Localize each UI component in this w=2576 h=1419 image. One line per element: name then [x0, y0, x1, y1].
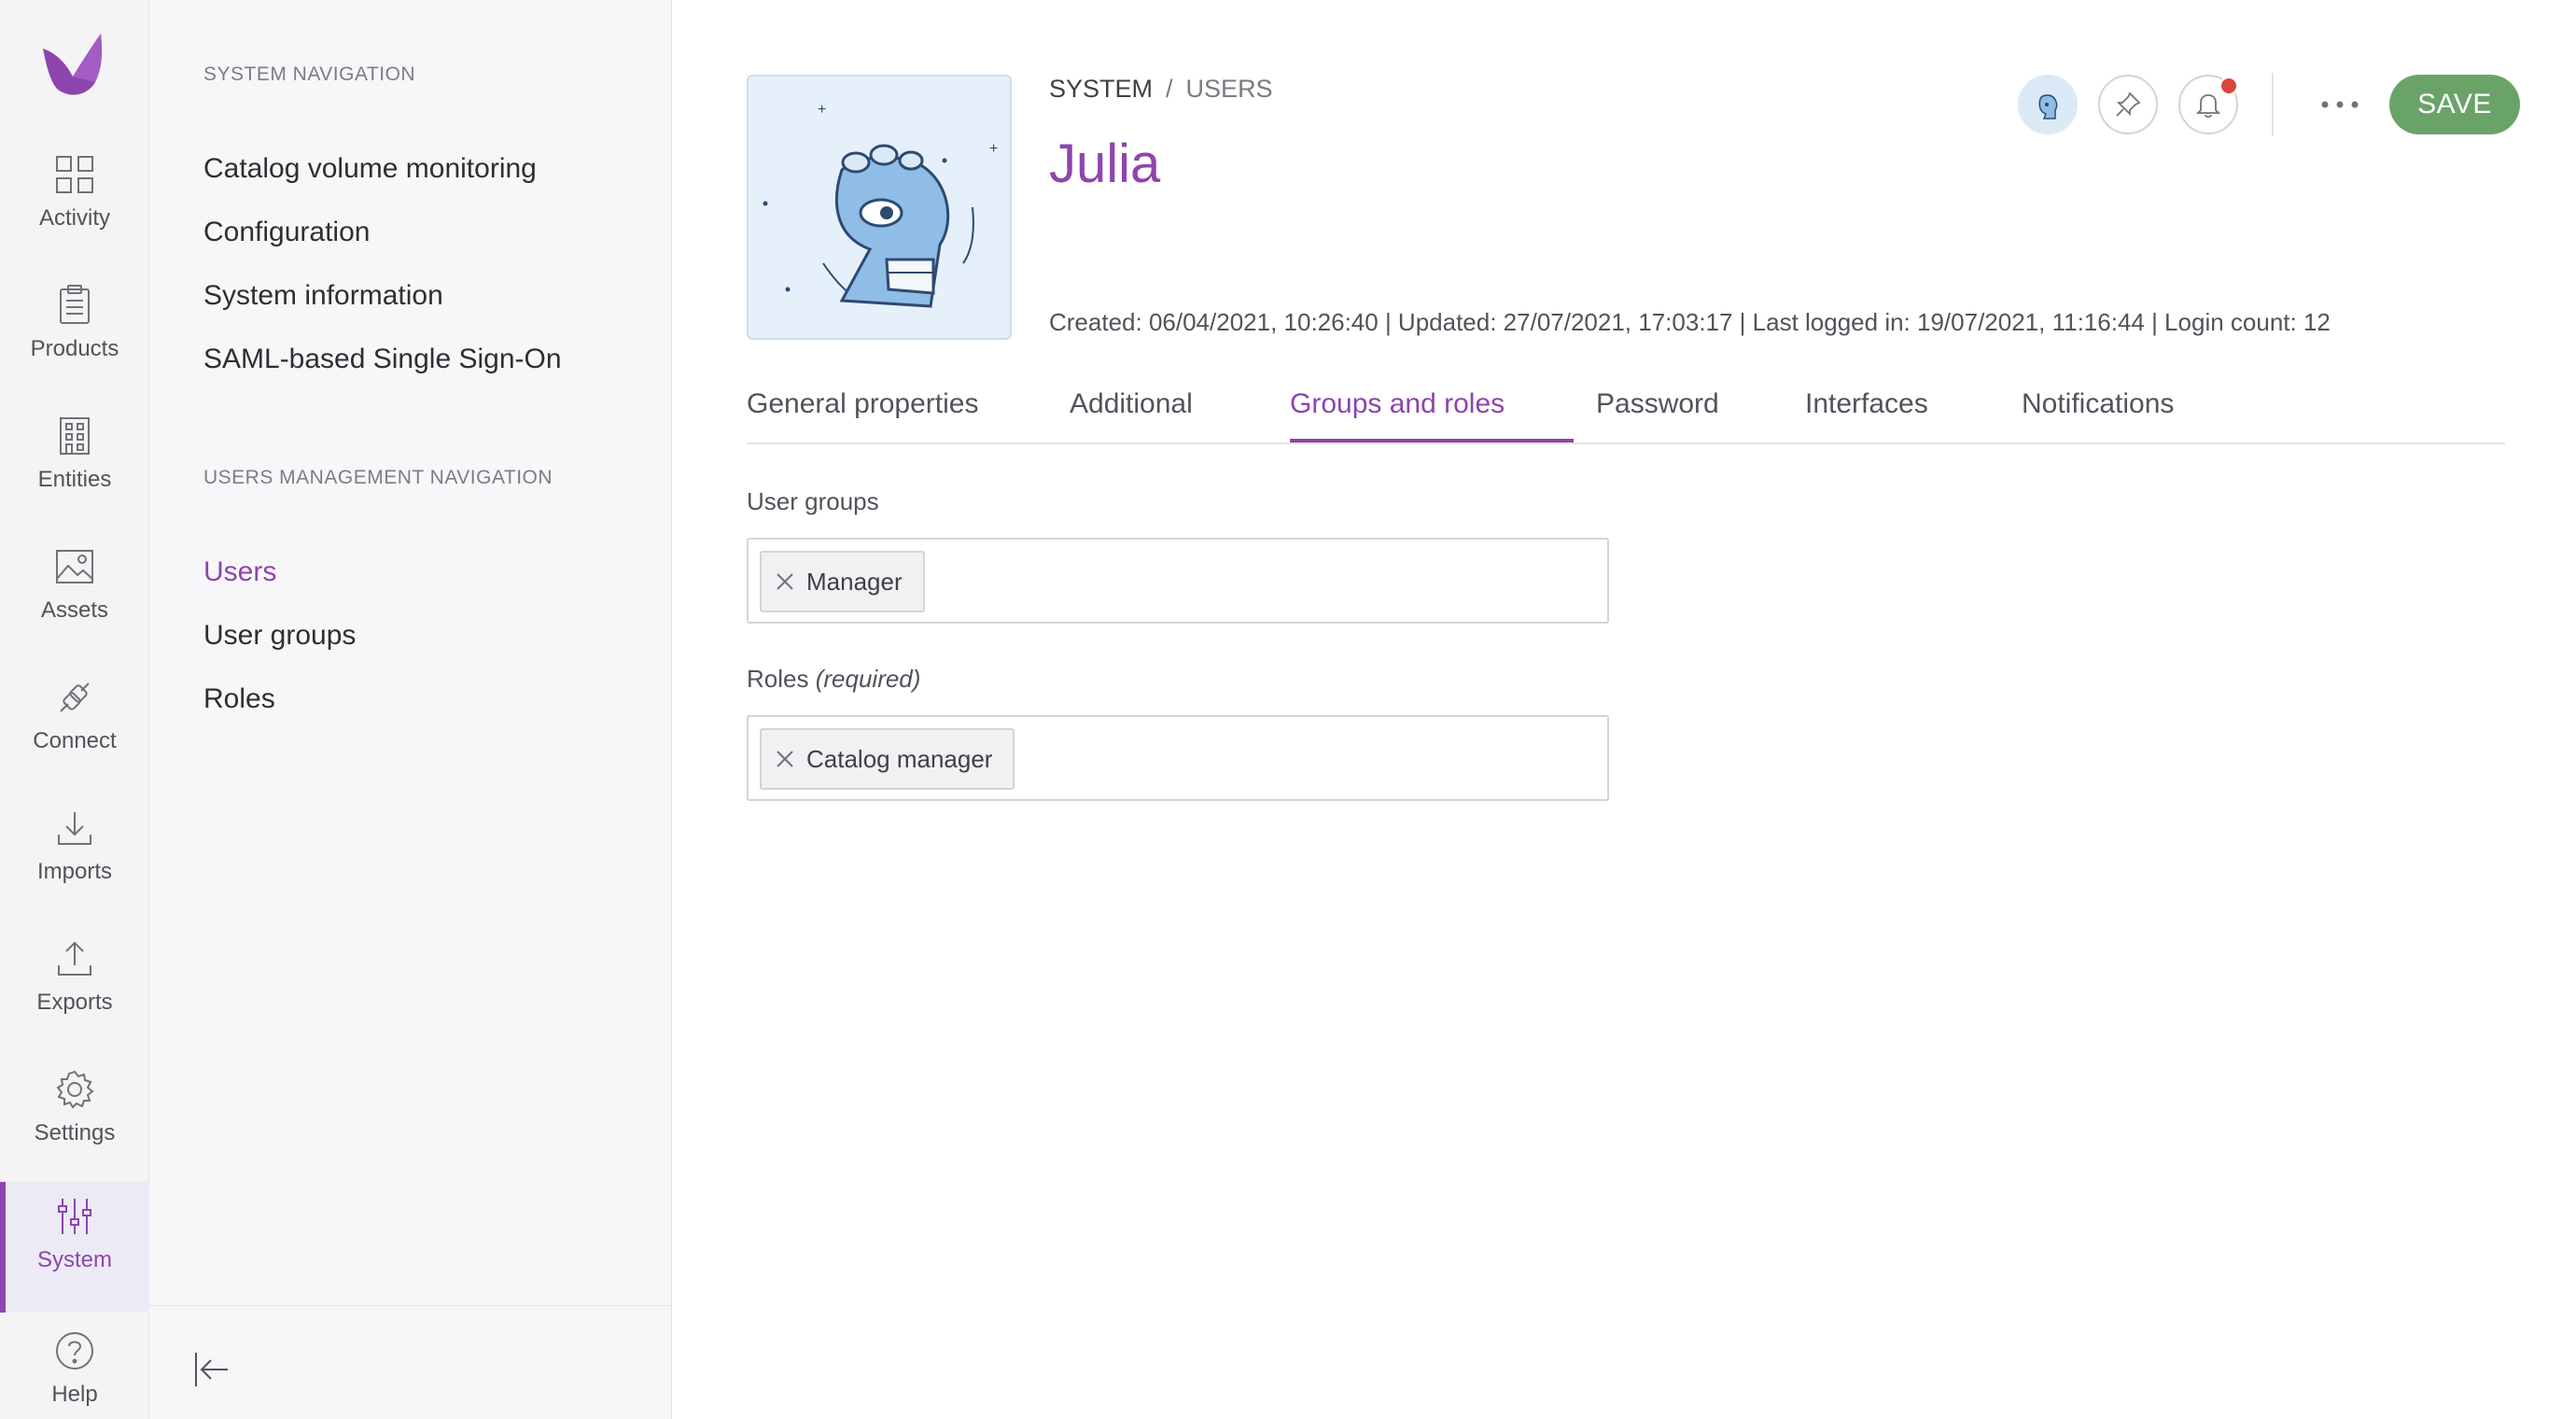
- required-qualifier: (required): [815, 665, 921, 693]
- tab-password[interactable]: Password: [1596, 388, 1719, 444]
- subnav-link-roles[interactable]: Roles: [203, 683, 275, 715]
- subnav-link-catalog-volume-monitoring[interactable]: Catalog volume monitoring: [203, 153, 537, 185]
- subnav-link-users[interactable]: Users: [203, 556, 276, 588]
- roles-label-text: Roles: [747, 665, 809, 693]
- header-divider: [2272, 73, 2274, 136]
- save-button[interactable]: SAVE: [2389, 75, 2520, 134]
- secondary-navigation-panel: SYSTEM NAVIGATION Catalog volume monitor…: [149, 0, 672, 1419]
- subnav-link-system-information[interactable]: System information: [203, 280, 443, 312]
- pin-button[interactable]: [2098, 75, 2158, 134]
- remove-tag-icon[interactable]: [775, 571, 795, 592]
- rail-item-label: System: [36, 1247, 112, 1272]
- breadcrumb-item-system[interactable]: SYSTEM: [1049, 75, 1153, 103]
- tab-groups-and-roles[interactable]: Groups and roles: [1290, 388, 1505, 444]
- page-title: Julia: [1049, 133, 1161, 194]
- users-management-navigation-heading: USERS MANAGEMENT NAVIGATION: [203, 467, 553, 488]
- more-options-icon[interactable]: [2318, 88, 2361, 121]
- rail-item-settings[interactable]: Settings: [0, 1055, 149, 1186]
- user-avatar-icon: [2038, 94, 2058, 119]
- breadcrumb-item-users: USERS: [1185, 75, 1273, 103]
- image-icon: [56, 550, 93, 583]
- rail-item-label: Connect: [33, 728, 117, 753]
- current-user-button[interactable]: [2018, 75, 2078, 134]
- tab-bar: General properties Additional Groups and…: [747, 379, 2505, 444]
- system-navigation-heading: SYSTEM NAVIGATION: [203, 63, 416, 85]
- rail-item-entities[interactable]: Entities: [0, 401, 149, 532]
- tag-label: Catalog manager: [806, 745, 993, 773]
- download-icon: [58, 812, 91, 845]
- subnav-link-configuration[interactable]: Configuration: [203, 217, 370, 248]
- rail-item-imports[interactable]: Imports: [0, 794, 149, 924]
- user-avatar[interactable]: + +: [747, 75, 1012, 340]
- clipboard-icon: [60, 285, 90, 324]
- breadcrumb-separator: /: [1166, 75, 1173, 103]
- rail-item-label: Help: [51, 1382, 98, 1407]
- avatar-illustration-icon: + +: [763, 102, 998, 308]
- help-icon: [56, 1332, 93, 1370]
- pin-icon: [2116, 91, 2141, 117]
- rail-item-connect[interactable]: Connect: [0, 663, 149, 794]
- rail-item-label: Entities: [37, 467, 112, 492]
- role-tag: Catalog manager: [760, 728, 1015, 790]
- rail-item-label: Products: [30, 336, 119, 361]
- rail-item-products[interactable]: Products: [0, 271, 149, 401]
- tag-label: Manager: [806, 568, 903, 596]
- brand-logo-icon[interactable]: [34, 21, 116, 103]
- rail-item-label: Assets: [40, 597, 109, 623]
- plug-icon: [60, 682, 90, 712]
- remove-tag-icon[interactable]: [775, 749, 795, 769]
- collapse-panel-icon[interactable]: [189, 1347, 233, 1392]
- notification-badge: [2219, 77, 2238, 95]
- bell-icon: [2195, 94, 2221, 119]
- subnav-link-saml-sso[interactable]: SAML-based Single Sign-On: [203, 344, 562, 375]
- rail-item-label: Imports: [36, 859, 112, 884]
- tab-general-properties[interactable]: General properties: [747, 388, 978, 444]
- user-groups-label: User groups: [747, 487, 879, 515]
- tab-additional[interactable]: Additional: [1070, 388, 1193, 444]
- rail-item-label: Settings: [34, 1120, 116, 1145]
- rail-item-exports[interactable]: Exports: [0, 924, 149, 1055]
- upload-icon: [58, 941, 91, 976]
- notifications-button[interactable]: [2178, 75, 2238, 134]
- user-groups-field[interactable]: Manager: [747, 538, 1609, 624]
- sliders-icon: [58, 1199, 91, 1234]
- rail-item-assets[interactable]: Assets: [0, 532, 149, 663]
- active-tab-indicator: [1290, 439, 1574, 443]
- user-meta-info: Created: 06/04/2021, 10:26:40 | Updated:…: [1049, 308, 2331, 336]
- rail-item-activity[interactable]: Activity: [0, 140, 149, 271]
- rail-item-label: Exports: [36, 990, 113, 1015]
- breadcrumb: SYSTEM / USERS: [1049, 75, 1273, 104]
- user-group-tag: Manager: [760, 551, 925, 612]
- tab-notifications[interactable]: Notifications: [2022, 388, 2174, 444]
- rail-item-label: Activity: [38, 205, 110, 231]
- svg-text:+: +: [818, 102, 826, 118]
- main-navigation-rail: Activity Products Entities Assets Connec…: [0, 0, 149, 1419]
- rail-item-system[interactable]: System: [0, 1182, 149, 1313]
- grid-icon: [56, 156, 93, 193]
- rail-item-help[interactable]: Help: [0, 1316, 149, 1419]
- tab-interfaces[interactable]: Interfaces: [1805, 388, 1928, 444]
- subnav-link-user-groups[interactable]: User groups: [203, 620, 356, 652]
- subnav-footer: [149, 1305, 672, 1419]
- gear-icon: [56, 1070, 94, 1109]
- roles-label: Roles (required): [747, 665, 920, 694]
- svg-text:+: +: [989, 141, 998, 157]
- building-icon: [60, 417, 90, 455]
- roles-field[interactable]: Catalog manager: [747, 715, 1609, 801]
